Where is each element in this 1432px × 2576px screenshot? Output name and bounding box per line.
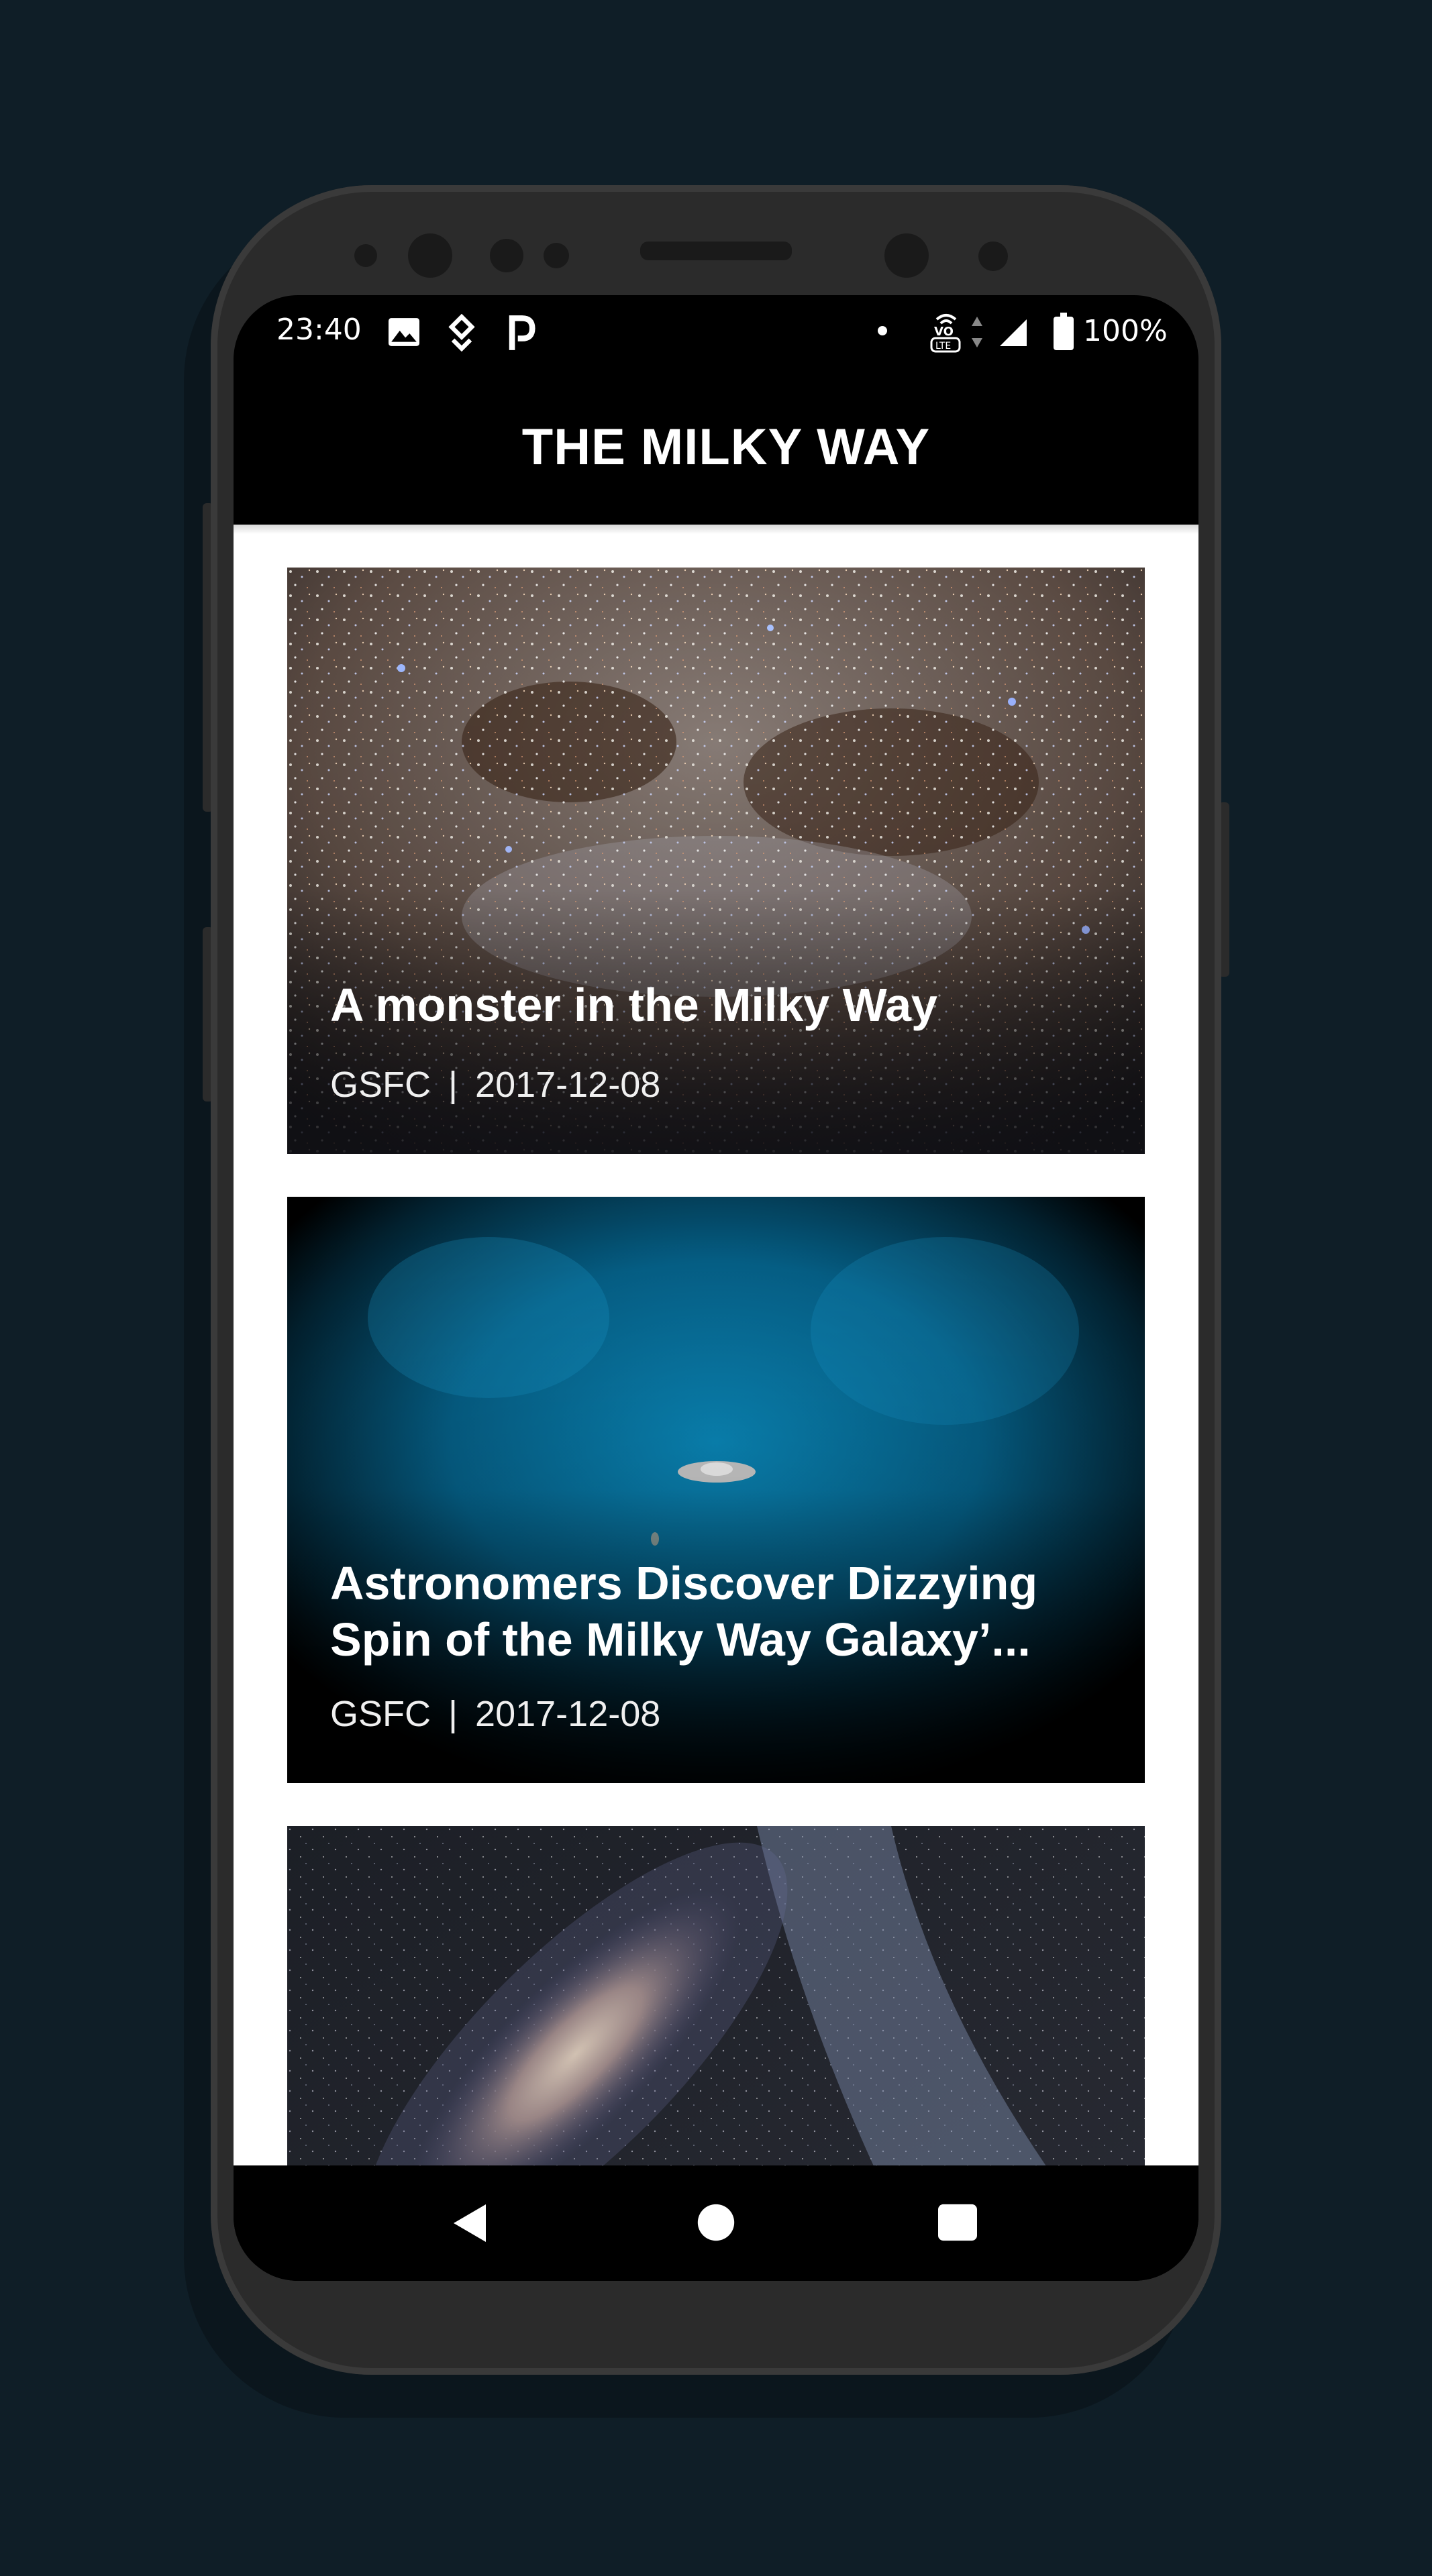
screen: 23:40 VO LTE 100% THE MILKY WAY A monste…: [234, 295, 1198, 2281]
parking-icon: [506, 314, 535, 352]
article-title: A monster in the Milky Way: [330, 979, 937, 1031]
data-arrows-icon: [970, 315, 984, 349]
home-icon[interactable]: [697, 2203, 735, 2245]
front-camera-icon: [408, 233, 452, 278]
clock: 23:40: [276, 313, 362, 347]
app-bar: THE MILKY WAY: [234, 369, 1198, 525]
svg-text:LTE: LTE: [935, 341, 951, 352]
sensor-dot-1: [354, 244, 377, 267]
battery-percent: 100%: [1083, 314, 1168, 348]
signal-icon: [997, 318, 1029, 347]
article-date: 2017-12-08: [475, 1065, 661, 1105]
stage: 23:40 VO LTE 100% THE MILKY WAY A monste…: [0, 0, 1432, 2576]
volte-icon: VO LTE: [926, 311, 965, 353]
page-title: THE MILKY WAY: [521, 418, 931, 476]
earpiece-speaker: [640, 241, 792, 260]
article-source: GSFC: [330, 1065, 431, 1105]
article-card[interactable]: A monster in the Milky Way GSFC | 2017-12-…: [287, 568, 1145, 1154]
sensor-dot-4: [978, 241, 1008, 271]
article-card[interactable]: [287, 1826, 1145, 2165]
recents-icon[interactable]: [937, 2203, 978, 2245]
dot-icon: [876, 325, 888, 337]
image-icon: [387, 317, 421, 347]
proximity-sensor: [884, 233, 929, 278]
status-bar: 23:40 VO LTE 100%: [234, 295, 1198, 369]
article-list[interactable]: A monster in the Milky Way GSFC | 2017-12-…: [234, 525, 1198, 2165]
navigation-bar: [234, 2165, 1198, 2281]
sensor-dot-3: [544, 243, 569, 268]
meta-separator: |: [448, 1694, 458, 1734]
article-image-andromeda: [287, 1826, 1145, 2165]
location-icon: [447, 314, 476, 352]
battery-icon: [1054, 313, 1074, 350]
sensor-dot-2: [490, 239, 523, 272]
article-card[interactable]: Astronomers Discover Dizzying Spin of th…: [287, 1197, 1145, 1783]
article-title: Astronomers Discover Dizzying Spin of th…: [330, 1557, 1038, 1666]
svg-text:VO: VO: [934, 325, 954, 339]
article-meta: GSFC | 2017-12-08: [330, 1064, 660, 1106]
article-meta: GSFC | 2017-12-08: [330, 1693, 660, 1735]
article-source: GSFC: [330, 1694, 431, 1734]
meta-separator: |: [448, 1065, 458, 1105]
back-icon[interactable]: [448, 2202, 491, 2247]
article-date: 2017-12-08: [475, 1694, 661, 1734]
